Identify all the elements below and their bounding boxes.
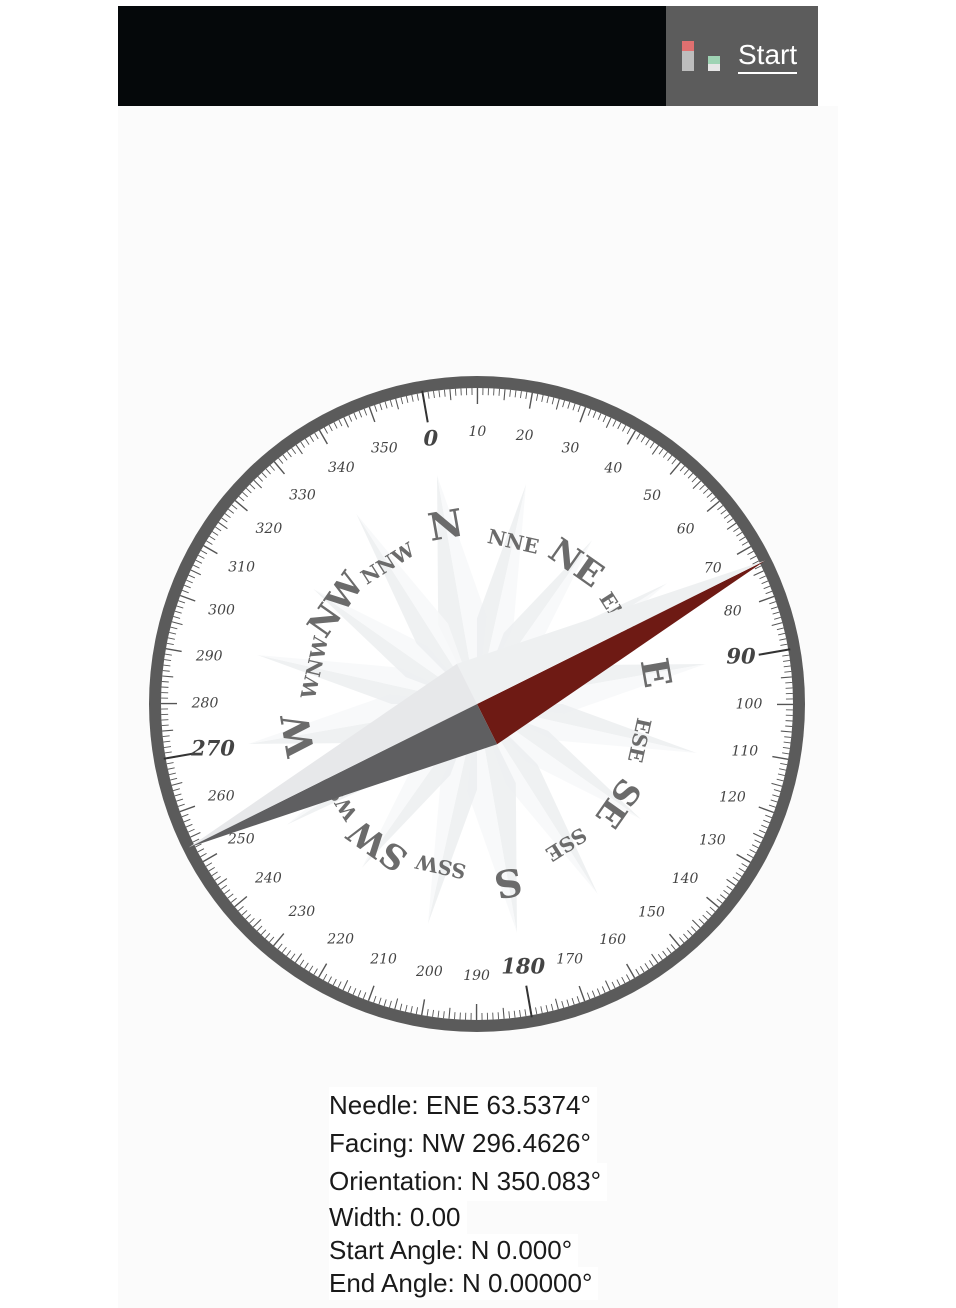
degree-label: 230 [287, 904, 315, 920]
facing-readout: Facing: NW 296.4626° [329, 1125, 597, 1163]
orientation-readout: Orientation: N 350.083° [329, 1163, 608, 1201]
degree-label: 70 [704, 560, 722, 576]
degree-label: 160 [599, 932, 626, 948]
degree-label: 180 [501, 953, 545, 978]
degree-label: 330 [289, 487, 316, 503]
degree-label: 340 [328, 460, 355, 476]
degree-label: 40 [603, 461, 622, 477]
start-angle-readout: Start Angle: N 0.000° [329, 1234, 579, 1267]
end-angle-readout: End Angle: N 0.00000° [329, 1267, 599, 1300]
degree-label: 100 [736, 696, 763, 712]
degree-label: 190 [463, 968, 490, 984]
readout-panel: Needle: ENE 63.5374° Facing: NW 296.4626… [329, 1087, 608, 1300]
degree-label: 240 [254, 871, 282, 887]
degree-label: 20 [515, 428, 534, 444]
degree-label: 350 [371, 440, 398, 456]
degree-label: 220 [326, 931, 354, 947]
degree-label: 60 [677, 521, 695, 537]
degree-label: 300 [208, 603, 235, 619]
degree-label: 310 [228, 560, 255, 576]
degree-label: 10 [468, 424, 486, 440]
degree-label: 140 [672, 871, 699, 887]
degree-label: 320 [256, 521, 283, 537]
degree-label: 200 [415, 964, 443, 980]
cardinal-label: W [272, 709, 324, 761]
degree-label: 270 [190, 736, 235, 761]
degree-label: 150 [638, 905, 665, 921]
degree-label: 120 [719, 789, 746, 805]
degree-label: 110 [731, 744, 758, 760]
degree-label: 50 [643, 488, 661, 504]
degree-label: 260 [207, 789, 235, 805]
degree-label: 30 [561, 441, 579, 457]
degree-label: 80 [724, 603, 742, 619]
width-readout: Width: 0.00 [329, 1201, 467, 1234]
needle-readout: Needle: ENE 63.5374° [329, 1087, 597, 1125]
degree-label: 250 [227, 832, 255, 848]
degree-label: 90 [726, 643, 756, 668]
degree-label: 170 [556, 952, 583, 968]
degree-label: 290 [195, 648, 223, 664]
degree-label: 0 [424, 426, 439, 451]
degree-label: 280 [191, 696, 219, 712]
degree-label: 130 [699, 832, 726, 848]
degree-label: 210 [369, 951, 397, 967]
